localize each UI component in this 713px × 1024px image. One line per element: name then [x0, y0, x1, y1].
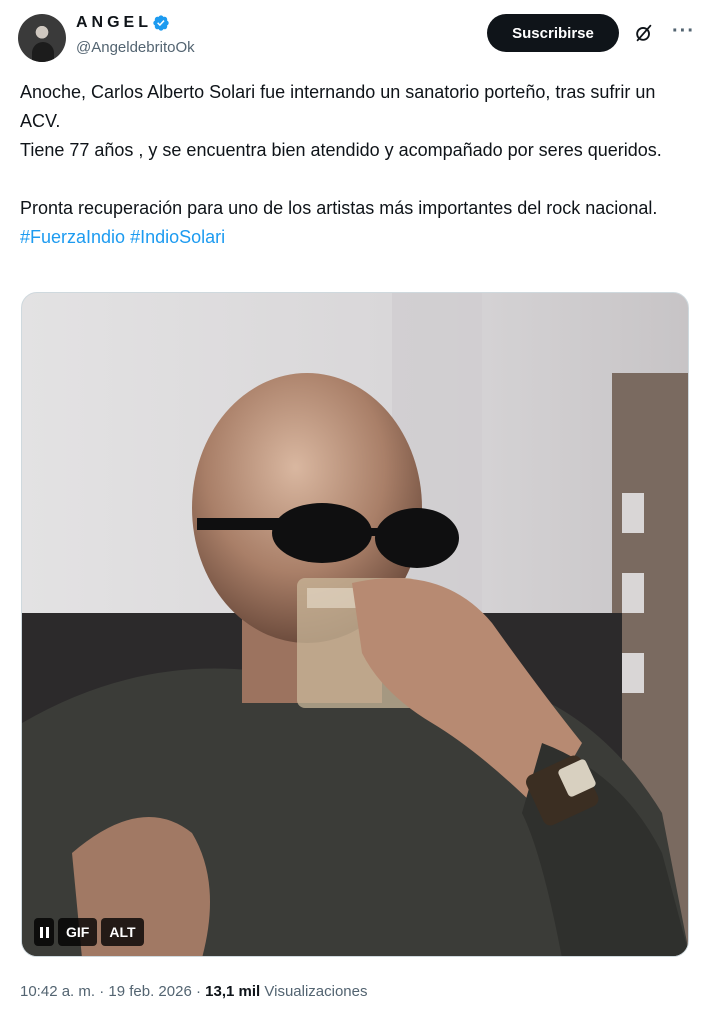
media-controls: GIF ALT — [34, 918, 144, 946]
hashtag-link[interactable]: #IndioSolari — [130, 227, 225, 247]
hashtag-link[interactable]: #FuerzaIndio — [20, 227, 125, 247]
alt-text-button[interactable]: ALT — [101, 918, 144, 946]
subscribe-button[interactable]: Suscribirse — [487, 14, 619, 52]
pause-icon[interactable] — [34, 918, 54, 946]
tweet-line: Pronta recuperación para uno de los arti… — [20, 194, 690, 252]
tweet-line: Anoche, Carlos Alberto Solari fue intern… — [20, 82, 656, 131]
tweet-media-gif[interactable] — [21, 292, 689, 957]
meta-separator: · — [191, 983, 206, 1000]
meta-separator: · — [95, 983, 109, 1000]
tweet-header: ANGEL @AngeldebritoOk Suscribirse ··· — [18, 12, 695, 64]
views-count: 13,1 mil — [205, 983, 261, 1000]
avatar[interactable] — [18, 14, 66, 62]
views-label: Visualizaciones — [264, 983, 368, 1000]
gif-frame-image — [22, 293, 688, 956]
author-name-row[interactable]: ANGEL — [76, 14, 170, 32]
more-options-icon[interactable]: ··· — [672, 20, 695, 43]
tweet-line: Tiene 77 años , y se encuentra bien aten… — [20, 140, 662, 160]
tweet-time[interactable]: 10:42 a. m. — [20, 983, 95, 1000]
author-display-name[interactable]: ANGEL — [76, 14, 152, 32]
grok-icon[interactable] — [633, 22, 655, 44]
verified-badge-icon — [153, 15, 169, 31]
author-handle[interactable]: @AngeldebritoOk — [76, 39, 195, 56]
tweet-text: Anoche, Carlos Alberto Solari fue intern… — [20, 78, 690, 252]
tweet-line-text: Pronta recuperación para uno de los arti… — [20, 198, 658, 218]
tweet-meta: 10:42 a. m. · 19 feb. 2026 · 13,1 mil Vi… — [20, 983, 368, 1000]
tweet-date[interactable]: 19 feb. 2026 — [108, 983, 191, 1000]
gif-badge: GIF — [58, 918, 98, 946]
